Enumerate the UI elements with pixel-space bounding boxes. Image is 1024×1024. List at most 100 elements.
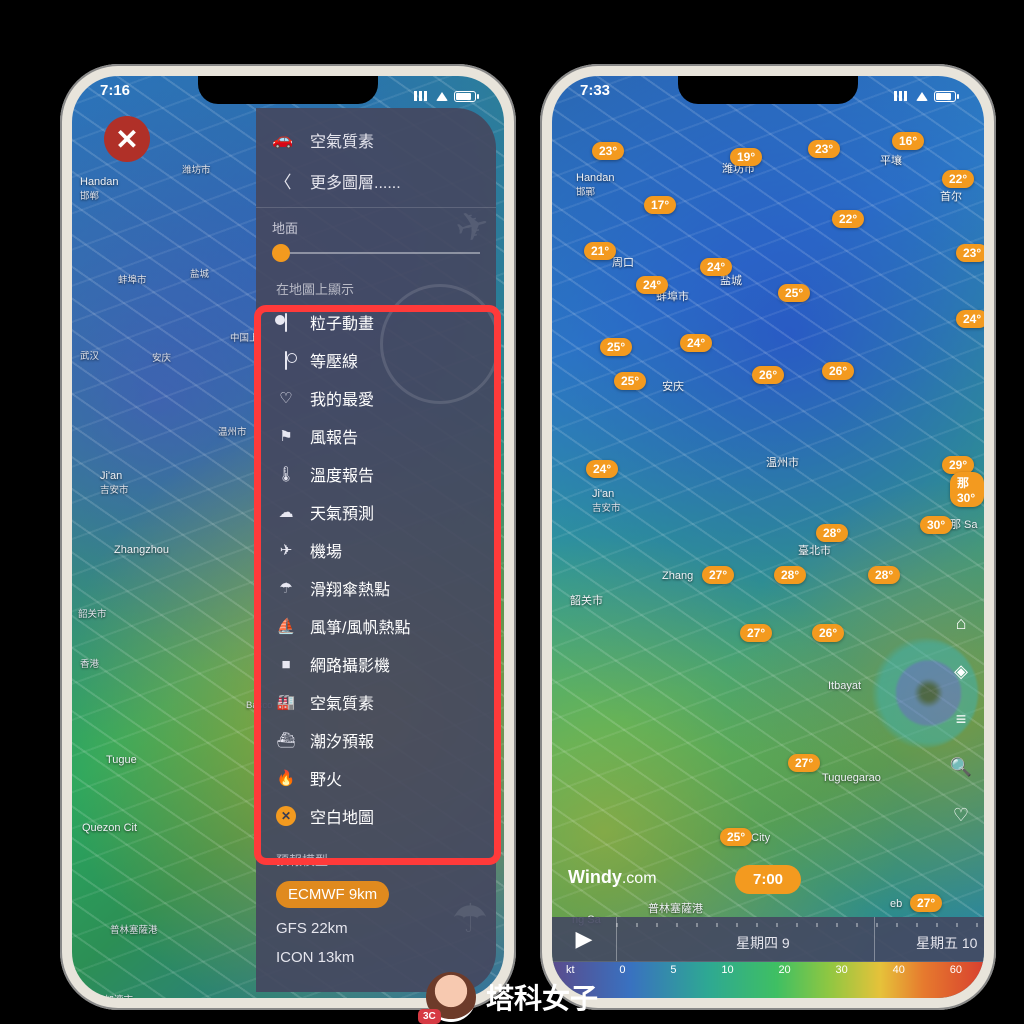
temperature-pill[interactable]: 28° bbox=[816, 524, 848, 542]
temperature-pill[interactable]: 22° bbox=[832, 210, 864, 228]
temperature-pill[interactable]: 23° bbox=[956, 244, 984, 262]
temperature-pill[interactable]: 28° bbox=[774, 566, 806, 584]
temperature-pill[interactable]: 22° bbox=[942, 170, 974, 188]
status-right bbox=[894, 82, 956, 110]
phone-left: 7:16 ➤ Handan邯郸潍坊市蚌埠市盐城武汉安庆中国上温州市Ji'an吉安… bbox=[60, 64, 516, 1010]
timeline-day[interactable]: 星期四 9 bbox=[736, 933, 790, 953]
option-airports[interactable]: ✈機場 bbox=[276, 534, 476, 566]
temperature-pill[interactable]: 19° bbox=[730, 148, 762, 166]
temperature-pill[interactable]: 17° bbox=[644, 196, 676, 214]
globe-bg-icon bbox=[380, 284, 496, 404]
status-time: 7:16 bbox=[100, 82, 130, 110]
wifi-icon bbox=[916, 92, 928, 101]
slider-track bbox=[282, 252, 480, 254]
status-time: 7:33 bbox=[580, 82, 610, 110]
temperature-pill[interactable]: 30° bbox=[920, 516, 952, 534]
favorite-button[interactable]: ♡ bbox=[948, 802, 974, 828]
city-label: 温州市 bbox=[218, 424, 247, 438]
models-title: 預報模型 bbox=[256, 844, 496, 877]
temperature-pill[interactable]: 23° bbox=[592, 142, 624, 160]
temperature-pill[interactable]: 26° bbox=[822, 362, 854, 380]
timeline-ticks[interactable]: 星期四 9 星期五 10 bbox=[616, 917, 984, 961]
layers-panel: 🚗 空氣質素 〈 更多圖層...... ✈ ☂ 地面 bbox=[256, 108, 496, 992]
city-label: 武汉 bbox=[80, 348, 99, 362]
city-label: Ji'an吉安市 bbox=[100, 470, 129, 496]
search-button[interactable]: 🔍 bbox=[948, 754, 974, 780]
air-quality-label: 空氣質素 bbox=[310, 128, 374, 152]
air-quality-icon: 🏭 bbox=[276, 693, 296, 711]
watermark-text: 塔科女子 bbox=[486, 977, 598, 1017]
temperature-pill[interactable]: 28° bbox=[868, 566, 900, 584]
temperature-pill[interactable]: 27° bbox=[740, 624, 772, 642]
model-option[interactable]: ICON 13km bbox=[276, 949, 476, 966]
option-label: 風報告 bbox=[310, 424, 358, 448]
altitude-slider[interactable] bbox=[256, 239, 496, 267]
city-label: Quezon Cit bbox=[82, 822, 137, 834]
option-air-quality[interactable]: 🏭空氣質素 bbox=[276, 686, 476, 718]
temperature-pill[interactable]: 27° bbox=[702, 566, 734, 584]
slider-knob[interactable] bbox=[272, 244, 290, 262]
temperature-pill[interactable]: 25° bbox=[720, 828, 752, 846]
option-paragliding[interactable]: ☂滑翔傘熱點 bbox=[276, 572, 476, 604]
location-button[interactable]: ◈ bbox=[948, 658, 974, 684]
option-kite-windsurf[interactable]: ⛵風箏/風帆熱點 bbox=[276, 610, 476, 642]
city-label: 那 Sa bbox=[950, 516, 978, 532]
temperature-pill[interactable]: 25° bbox=[614, 372, 646, 390]
model-option[interactable]: ECMWF 9km bbox=[276, 881, 389, 908]
option-webcam[interactable]: ■網路攝影機 bbox=[276, 648, 476, 680]
option-label: 溫度報告 bbox=[310, 462, 374, 486]
city-label: Handan邯郸 bbox=[80, 176, 119, 202]
kite-windsurf-icon: ⛵ bbox=[276, 617, 296, 635]
temperature-pill[interactable]: 那 30° bbox=[950, 472, 984, 507]
temperature-pill[interactable]: 26° bbox=[812, 624, 844, 642]
play-button[interactable]: ▶ bbox=[552, 926, 616, 952]
close-button[interactable]: ✕ bbox=[104, 116, 150, 162]
panel-header: 🚗 空氣質素 〈 更多圖層...... bbox=[256, 114, 496, 218]
time-pill[interactable]: 7:00 bbox=[735, 865, 801, 894]
home-button[interactable]: ⌂ bbox=[948, 610, 974, 636]
temperature-pill[interactable]: 27° bbox=[788, 754, 820, 772]
city-label: Itbayat bbox=[828, 680, 861, 692]
watermark: 3C 塔科女子 bbox=[426, 972, 598, 1024]
option-wind-report[interactable]: ⚑風報告 bbox=[276, 420, 476, 452]
city-label: 首尔 bbox=[940, 188, 962, 204]
temperature-pill[interactable]: 24° bbox=[680, 334, 712, 352]
option-label: 我的最愛 bbox=[310, 386, 374, 410]
option-label: 等壓線 bbox=[310, 348, 358, 372]
timeline-day[interactable]: 星期五 10 bbox=[916, 933, 977, 953]
temperature-pill[interactable]: 24° bbox=[586, 460, 618, 478]
city-label: 臺北市 bbox=[798, 542, 831, 558]
more-layers-row[interactable]: 〈 更多圖層...... bbox=[272, 160, 480, 201]
brand-label: Windy.com bbox=[568, 867, 657, 888]
wifi-icon bbox=[436, 92, 448, 101]
option-forecast[interactable]: ☁天氣預測 bbox=[276, 496, 476, 528]
timeline[interactable]: ▶ 星期四 9 星期五 10 bbox=[552, 917, 984, 962]
scale-tick: 10 bbox=[721, 964, 733, 976]
close-icon: ✕ bbox=[115, 123, 138, 156]
temperature-pill[interactable]: 25° bbox=[600, 338, 632, 356]
scale-tick: 40 bbox=[893, 964, 905, 976]
menu-button[interactable]: ≡ bbox=[948, 706, 974, 732]
day-separator bbox=[616, 917, 617, 961]
option-wildfire[interactable]: 🔥野火 bbox=[276, 762, 476, 794]
option-tide-forecast[interactable]: ⛴潮汐預報 bbox=[276, 724, 476, 756]
battery-icon bbox=[454, 91, 476, 102]
temperature-pill[interactable]: 26° bbox=[752, 366, 784, 384]
particle-animation-icon bbox=[276, 314, 296, 331]
option-label: 粒子動畫 bbox=[310, 310, 374, 334]
temperature-pill[interactable]: 16° bbox=[892, 132, 924, 150]
option-empty-map[interactable]: ✕空白地圖 bbox=[276, 800, 476, 832]
temperature-pill[interactable]: 21° bbox=[584, 242, 616, 260]
model-option[interactable]: GFS 22km bbox=[276, 920, 476, 937]
temperature-pill[interactable]: 27° bbox=[910, 894, 942, 912]
air-quality-row[interactable]: 🚗 空氣質素 bbox=[272, 120, 480, 160]
city-label: 普林塞薩港 bbox=[648, 900, 703, 916]
temperature-pill[interactable]: 23° bbox=[808, 140, 840, 158]
option-temp-report[interactable]: 🌡溫度報告 bbox=[276, 458, 476, 490]
option-label: 天氣預測 bbox=[310, 500, 374, 524]
temperature-pill[interactable]: 24° bbox=[956, 310, 984, 328]
scale-tick: 5 bbox=[670, 964, 676, 976]
temperature-pill[interactable]: 24° bbox=[700, 258, 732, 276]
temperature-pill[interactable]: 25° bbox=[778, 284, 810, 302]
temperature-pill[interactable]: 24° bbox=[636, 276, 668, 294]
